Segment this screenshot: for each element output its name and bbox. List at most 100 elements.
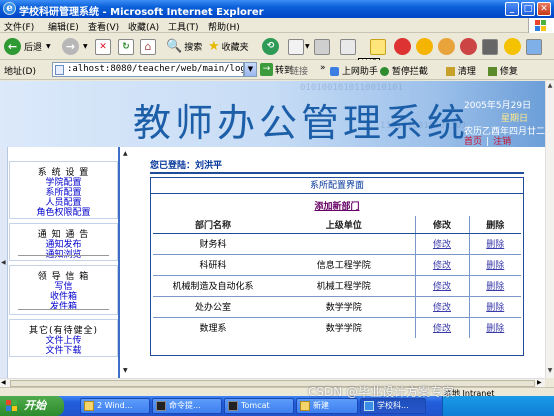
shangwang-icon <box>330 67 339 76</box>
scroll-thumb[interactable] <box>10 380 535 387</box>
chevron-right-icon[interactable]: » <box>320 63 326 73</box>
scroll-left-icon[interactable]: ◀ <box>1 379 6 386</box>
print-button[interactable] <box>314 37 330 56</box>
forward-dropdown-icon[interactable]: ▼ <box>83 43 88 50</box>
home-link[interactable]: 首页 <box>464 137 482 147</box>
sidebar-item-notice-publish[interactable]: 通知发布 <box>10 240 117 250</box>
address-dropdown-icon[interactable]: ▼ <box>244 62 257 77</box>
sidebar-item-file-download[interactable]: 文件下载 <box>10 346 117 356</box>
task-label: 学校科... <box>377 401 409 410</box>
block-popup-button[interactable]: 暂停拦截 <box>380 64 428 77</box>
taskbar-item-windows[interactable]: 2 Wind... <box>80 398 150 414</box>
edit-link[interactable]: 修改 <box>433 324 451 334</box>
edit-link[interactable]: 修改 <box>433 261 451 271</box>
stop-icon: ✕ <box>95 38 111 55</box>
menu-file[interactable]: 文件(F) <box>4 20 34 33</box>
start-button[interactable]: 开始 <box>0 396 64 416</box>
research-button[interactable] <box>460 37 477 56</box>
panel-title: 系所配置界面 <box>151 178 523 194</box>
back-arrow-icon: ← <box>4 38 21 55</box>
taskbar-item-cmd[interactable]: 命令提... <box>152 398 222 414</box>
col-header-parent: 上级单位 <box>273 216 415 234</box>
frame-scroll-down-icon[interactable]: ▼ <box>123 367 128 374</box>
fix-button[interactable]: 修复 <box>488 64 518 77</box>
favorites-button[interactable]: ★ 收藏夹 <box>208 37 249 56</box>
menu-tools[interactable]: 工具(T) <box>168 20 199 33</box>
edit-link[interactable]: 修改 <box>433 282 451 292</box>
sidebar-item-outbox[interactable]: 发件箱 <box>10 302 117 312</box>
taskbar-item-new[interactable]: 新建 <box>296 398 358 414</box>
clean-button[interactable]: 清理 <box>446 64 476 77</box>
minimize-button[interactable]: _ <box>505 2 519 16</box>
vertical-scrollbar[interactable]: ▲ ▼ <box>545 81 554 378</box>
menu-edit[interactable]: 编辑(E) <box>48 20 79 33</box>
shangwang-button[interactable]: 上网助手 <box>330 64 378 77</box>
forward-button[interactable]: → ▼ <box>62 37 88 56</box>
messenger-button[interactable] <box>394 37 411 56</box>
back-button[interactable]: ← 后退 ▼ <box>4 37 51 56</box>
back-dropdown-icon[interactable]: ▼ <box>46 43 51 50</box>
edit-button[interactable] <box>340 37 356 56</box>
qq-icon <box>416 38 433 55</box>
sidebar-collapse-bar[interactable]: ◀ <box>0 147 8 378</box>
mail-button[interactable]: ▼ <box>288 37 310 56</box>
system-tray <box>442 396 554 416</box>
qq-button[interactable] <box>416 37 433 56</box>
sidebar-item-role-config[interactable]: 角色权限配置 <box>10 208 117 218</box>
frame-scroll-up-icon[interactable]: ▲ <box>123 150 128 157</box>
sidebar-item-write-letter[interactable]: 写信 <box>10 282 117 292</box>
menu-favorites[interactable]: 收藏(A) <box>128 20 159 33</box>
dept-name: 数理系 <box>153 316 273 338</box>
scroll-up-icon[interactable]: ▲ <box>546 82 554 91</box>
sidebar-item-staff-config[interactable]: 人员配置 <box>10 198 117 208</box>
messenger-icon <box>394 38 411 55</box>
scroll-right-icon[interactable]: ▶ <box>537 379 542 386</box>
edit-link[interactable]: 修改 <box>433 240 451 250</box>
page-icon <box>55 65 64 75</box>
edit-link[interactable]: 修改 <box>433 303 451 313</box>
sidebar-item-file-upload[interactable]: 文件上传 <box>10 336 117 346</box>
tool-button[interactable] <box>438 37 455 56</box>
sidebar-item-college-config[interactable]: 学院配置 <box>10 178 117 188</box>
links-label[interactable]: 链接 <box>290 64 308 77</box>
maximize-button[interactable]: □ <box>521 2 535 16</box>
toolbar-extension-button[interactable] <box>526 37 542 56</box>
history-button[interactable]: ⟲ <box>262 37 279 56</box>
logged-in-user: 您已登陆：刘洪平 <box>150 158 222 171</box>
taskbar-item-ie[interactable]: 学校科... <box>360 398 426 414</box>
sidebar-item-inbox[interactable]: 收件箱 <box>10 292 117 302</box>
folder-button[interactable] <box>482 37 498 56</box>
delete-link[interactable]: 删除 <box>486 261 504 271</box>
table-row: 机械制造及自动化系 机械工程学院 修改 删除 <box>153 274 521 296</box>
menu-help[interactable]: 帮助(H) <box>208 20 240 33</box>
smiley-button[interactable] <box>504 37 521 56</box>
scroll-down-icon[interactable]: ▼ <box>546 367 554 376</box>
csdn-watermark: CSDN @毕业设计方案专家 <box>308 385 455 399</box>
address-input[interactable]: :alhost:8080/teacher/web/main/login.cgi <box>52 62 244 77</box>
cmd-icon <box>156 401 166 411</box>
delete-link[interactable]: 删除 <box>486 324 504 334</box>
address-label: 地址(D) <box>4 67 36 77</box>
sidebar-item-dept-config[interactable]: 系所配置 <box>10 188 117 198</box>
sidebar-group-title: 领 导 信 箱 <box>37 272 90 282</box>
taskbar-item-tomcat[interactable]: Tomcat <box>224 398 294 414</box>
discuss-button[interactable] <box>370 37 386 56</box>
delete-link[interactable]: 删除 <box>486 303 504 313</box>
current-weekday: 星期日 <box>500 114 528 124</box>
stop-button[interactable]: ✕ <box>95 37 111 56</box>
horizontal-scrollbar[interactable]: ◀ ▶ <box>0 378 545 387</box>
date-box: 2005年5月29日 星期日 农历乙酉年四月廿二 <box>464 98 545 137</box>
close-button[interactable]: ✕ <box>537 2 551 16</box>
home-button[interactable]: ⌂ <box>140 37 156 56</box>
search-button[interactable]: 🔍 搜索 <box>166 37 202 56</box>
refresh-button[interactable]: ↻ <box>118 37 134 56</box>
block-label: 暂停拦截 <box>391 67 428 77</box>
menu-view[interactable]: 查看(V) <box>88 20 119 33</box>
delete-link[interactable]: 删除 <box>486 240 504 250</box>
go-button[interactable]: → 转到 <box>260 63 293 76</box>
block-icon <box>380 67 389 76</box>
logout-link[interactable]: 注销 <box>493 137 511 147</box>
delete-link[interactable]: 删除 <box>486 282 504 292</box>
add-dept-link[interactable]: 添加新部门 <box>151 199 523 212</box>
mail-dropdown-icon[interactable]: ▼ <box>305 43 310 50</box>
